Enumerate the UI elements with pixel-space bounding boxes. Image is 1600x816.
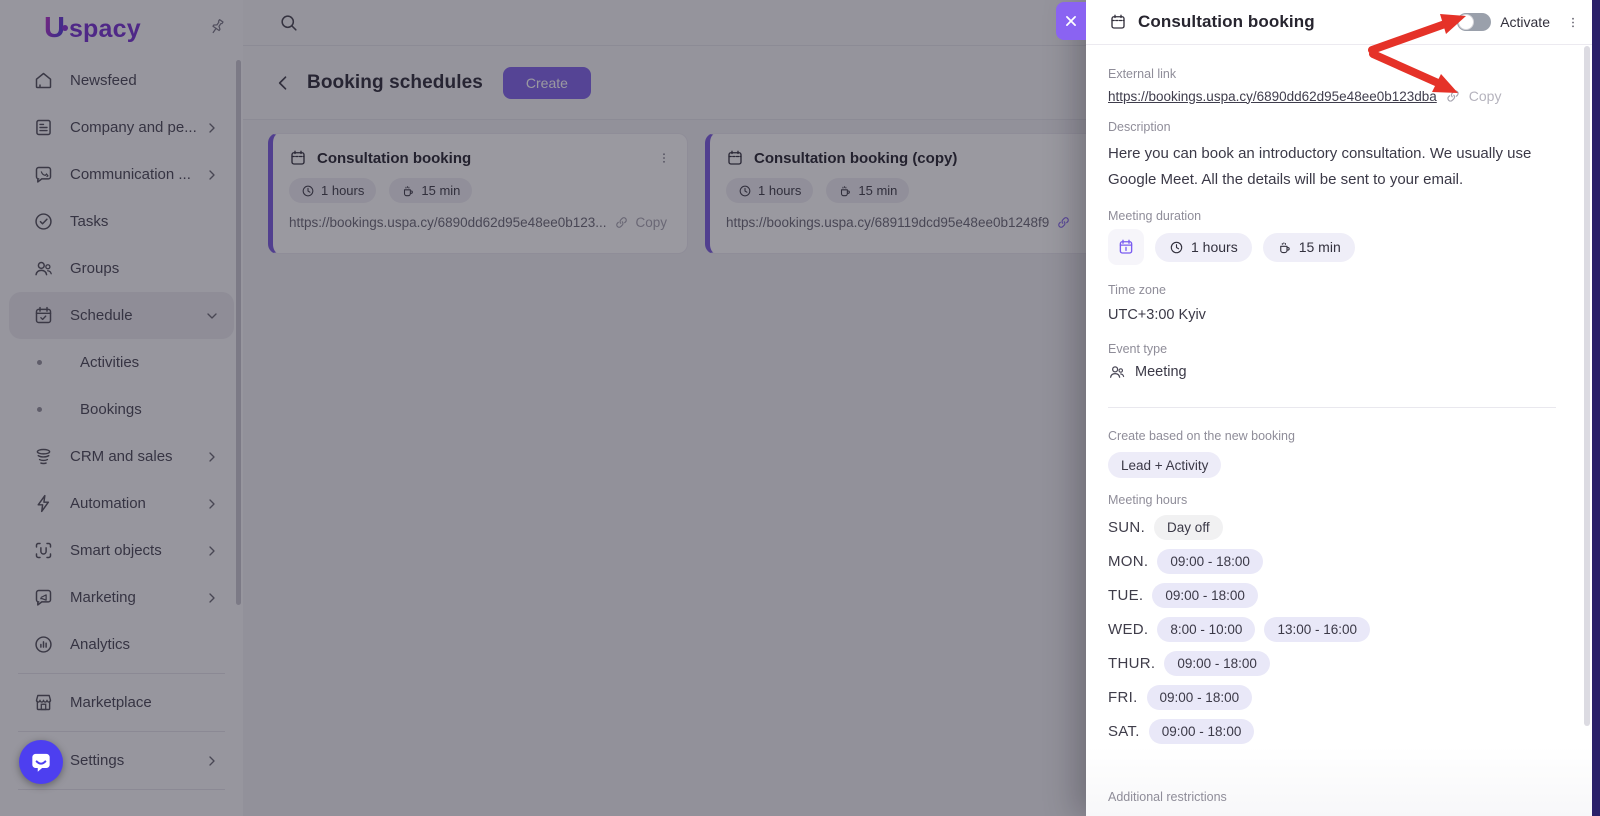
day-label: MON. [1108,553,1148,570]
dayoff-chip: Day off [1154,515,1223,540]
activate-toggle[interactable] [1457,13,1491,31]
clock-icon [1169,240,1184,255]
description-label: Description [1108,120,1171,134]
day-label: SUN. [1108,519,1145,536]
event-type-value: Meeting [1135,364,1187,380]
divider [1108,407,1556,408]
window-edge-strip [1592,0,1600,816]
coffee-cup-icon [1277,240,1292,255]
modal-backdrop[interactable] [0,0,1086,816]
day-label: FRI. [1108,689,1138,706]
description-text: Here you can book an introductory consul… [1108,141,1550,193]
create-based-chip: Lead + Activity [1108,452,1221,478]
link-icon[interactable] [1445,88,1461,104]
people-icon [1108,363,1126,381]
event-type-label: Event type [1108,342,1167,356]
day-label: WED. [1108,621,1148,638]
day-label: TUE. [1108,587,1143,604]
kebab-menu-icon[interactable] [1566,14,1580,31]
time-slot-chip: 09:00 - 18:00 [1152,583,1258,608]
activate-label: Activate [1500,14,1550,30]
booking-details-drawer: Consultation booking Activate External l… [1086,0,1600,816]
drawer-close-button[interactable] [1056,2,1086,40]
time-slot-chip: 09:00 - 18:00 [1164,651,1270,676]
buffer-chip: 15 min [1263,233,1355,262]
timezone-label: Time zone [1108,283,1166,297]
meeting-hours-row: THUR. 09:00 - 18:00 [1108,651,1270,676]
external-link-label: External link [1108,67,1176,81]
calendar-icon [1117,238,1135,256]
drawer-scrollbar[interactable] [1584,46,1590,726]
drawer-header: Consultation booking Activate [1086,0,1600,45]
meeting-duration-label: Meeting duration [1108,209,1201,223]
create-based-label: Create based on the new booking [1108,429,1295,443]
meeting-hours-row: SAT. 09:00 - 18:00 [1108,719,1254,744]
external-link[interactable]: https://bookings.uspa.cy/6890dd62d95e48e… [1108,89,1437,104]
timezone-value: UTC+3:00 Kyiv [1108,307,1206,323]
meeting-hours-row: WED. 8:00 - 10:00 13:00 - 16:00 [1108,617,1370,642]
additional-restrictions-label: Additional restrictions [1108,790,1227,804]
time-slot-chip: 09:00 - 18:00 [1147,685,1253,710]
chat-bubble-icon [28,749,54,775]
meeting-hours-row: SUN. Day off [1108,515,1223,540]
meeting-hours-row: MON. 09:00 - 18:00 [1108,549,1263,574]
duration-chip: 1 hours [1155,233,1252,262]
drawer-title: Consultation booking [1138,12,1457,32]
calendar-icon [1109,13,1127,31]
time-slot-chip: 8:00 - 10:00 [1157,617,1255,642]
time-slot-chip: 09:00 - 18:00 [1149,719,1255,744]
scroll-fade [1086,746,1600,816]
time-slot-chip: 09:00 - 18:00 [1157,549,1263,574]
day-label: SAT. [1108,723,1140,740]
calendar-duration-button[interactable] [1108,229,1144,265]
chat-widget-button[interactable] [19,740,63,784]
time-slot-chip: 13:00 - 16:00 [1264,617,1370,642]
meeting-hours-label: Meeting hours [1108,493,1187,507]
meeting-hours-row: TUE. 09:00 - 18:00 [1108,583,1258,608]
copy-link-button[interactable]: Copy [1469,88,1502,104]
meeting-hours-row: FRI. 09:00 - 18:00 [1108,685,1252,710]
close-icon [1064,14,1078,28]
day-label: THUR. [1108,655,1155,672]
toggle-knob [1458,14,1474,30]
